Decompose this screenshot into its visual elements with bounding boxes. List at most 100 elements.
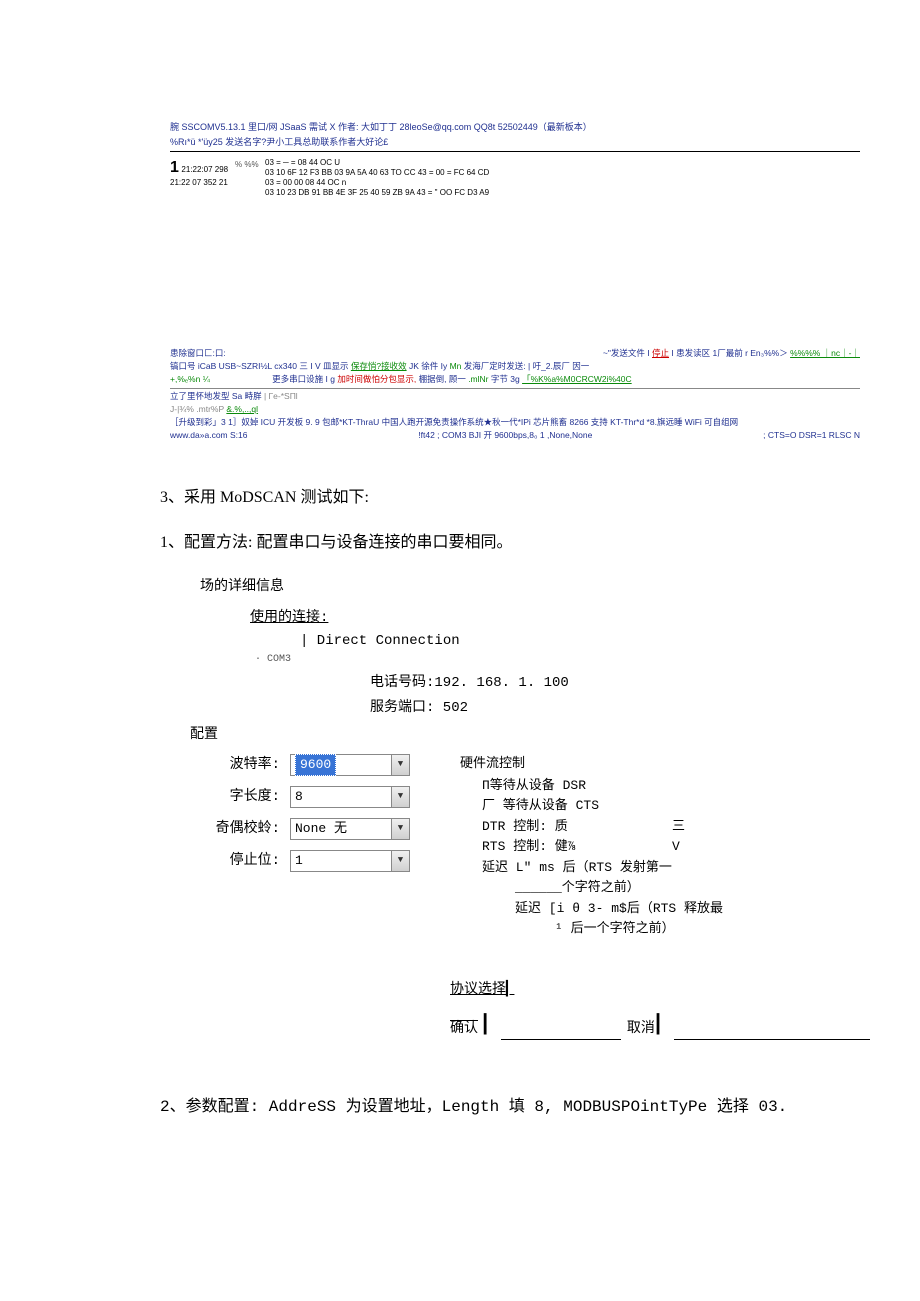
paragraph-config-method: 1、配置方法: 配置串口与设备连接的串口要相同。 (160, 530, 860, 556)
paragraph-modscan-intro: 3、采用 MoDSCAN 测试如下: (160, 485, 860, 511)
sscom-title: 腕 SSCOMV5.13.1 里口/网 JSaaS 需试 X 作者: 大如丁丁 … (170, 122, 860, 133)
parity-value: None 无 (295, 819, 347, 839)
row3-c: 字节 3g (491, 374, 522, 384)
dtr-label: DTR 控制: 质 (482, 817, 672, 837)
parity-label: 奇偶校蛉: (190, 819, 290, 840)
baud-label: 波特率: (190, 755, 290, 776)
toolbar-row-2: 镐口号 iCaB USB~SZRI½L cx340 三 I V 皿显示 保存悄?… (170, 361, 860, 372)
toolbar-row-3: +,%ₑ%n ¼ 更多串口设施 I g 加时间做怕分包显示, 棚据倒, 顾一 .… (170, 374, 860, 385)
delay-rel: 延迟 [i θ 3- m$后（RTS 释放最 (460, 899, 870, 919)
row3-timestamp: 加时间做怕分包显示, (337, 374, 416, 384)
stopbit-label: 停止位: (190, 851, 290, 872)
log-ts-1: 21:22:07 298 (181, 165, 228, 174)
chevron-down-icon: ▼ (391, 787, 409, 807)
toolbar-row-5: J-|¾% .mtr%P &.%,..,ql (170, 404, 860, 415)
connection-label-text: 使用的连接: (250, 610, 328, 626)
toolbar-row-1: 患除窗口匚:口: ~"发送文件 I 停止 I 患发读区 1厂最前 r En₃%%… (170, 348, 860, 359)
separator (674, 1026, 870, 1040)
log-pct: % %% (235, 158, 265, 198)
phone-label: 电话号码: (370, 675, 434, 691)
separator (501, 1026, 621, 1040)
port-row: 服务端口: 502 (370, 698, 870, 719)
row4-b: | Гe-*SПl (264, 391, 298, 401)
row2-c: 发海厂定时发送: | 吁_2.辰厂 因一 (464, 361, 589, 371)
status-left: www.da»a.com S:16 (170, 430, 247, 441)
dialog-title: 场的详细信息 (200, 577, 870, 598)
row3-left: +,%ₑ%n ¼ (170, 374, 210, 384)
log-index: 1 (170, 158, 179, 178)
sscom-toolbar: 患除窗口匚:口: ~"发送文件 I 停止 I 患发读区 1厂最前 r En₃%%… (170, 348, 860, 441)
chevron-down-icon: ▼ (391, 755, 409, 775)
connection-label: 使用的连接: (250, 608, 870, 629)
flow-control: 硬件流控制 П等待从设备 DSR 厂 等待从设备 CTS DTR 控制: 质 三… (440, 754, 870, 940)
log-hex-row: 03 10 23 DB 91 BB 4E 3F 25 40 59 ZB 9A 4… (265, 188, 860, 198)
baud-value: 9600 (295, 754, 336, 776)
config-area: 波特率: 9600 ▼ 字长度: 8 ▼ 奇偶校蛉: None 无 ▼ (190, 754, 870, 940)
row4-a: 立了里怀地发型 Sa 畤羘 (170, 391, 264, 401)
chevron-down-icon: ▼ (391, 819, 409, 839)
wordlen-select[interactable]: 8 ▼ (290, 786, 410, 808)
save-link[interactable]: 保存悄?接收效 (351, 361, 407, 371)
cancel-button[interactable]: 取消 (627, 1019, 655, 1040)
row5-a: J-|¾% .mtr%P (170, 404, 226, 414)
wait-cts[interactable]: 厂 等待从设备 CTS (460, 796, 870, 816)
rts-value: V (672, 837, 680, 857)
com-label: · COM3 (255, 652, 870, 667)
row1-tail[interactable]: %%%% ｜nc｜-｜ (790, 348, 860, 358)
port-value: 502 (434, 700, 468, 716)
delay-rel-b: ¹ 后一个字符之前） (460, 919, 870, 939)
wordlen-label: 字长度: (190, 787, 290, 808)
baud-select[interactable]: 9600 ▼ (290, 754, 410, 776)
sscom-window: 腕 SSCOMV5.13.1 里口/网 JSaaS 需试 X 作者: 大如丁丁 … (170, 122, 860, 441)
bar-icon: ▎ (482, 1019, 495, 1040)
row2-mn: Mn (450, 361, 462, 371)
sscom-log-area: 1 21:22:07 298 21:22 07 352 21 % %% 03 =… (170, 158, 860, 198)
flow-header: 硬件流控制 (460, 754, 870, 774)
config-header: 配置 (190, 725, 870, 746)
wordlen-row: 字长度: 8 ▼ (190, 786, 440, 808)
log-hex-row: 03 10 6F 12 F3 BB 03 9A 5A 40 63 TO CC 4… (265, 168, 860, 178)
connection-value[interactable]: | Direct Connection (300, 631, 870, 652)
chevron-down-icon: ▼ (391, 851, 409, 871)
port-label: 镐口号 iCaB USB~SZRI½L cx340 (170, 361, 297, 371)
protocol-select-button[interactable]: 协议选择▎ (450, 980, 870, 1001)
dtr-row[interactable]: DTR 控制: 质 三 (460, 817, 870, 837)
send-file-label: ~"发送文件 I (603, 348, 652, 358)
parity-select[interactable]: None 无 ▼ (290, 818, 410, 840)
dtr-value: 三 (672, 817, 685, 837)
row3-a: 更多串口设施 I g (272, 374, 337, 384)
log-hex: 03 = ─ = 08 44 OC U 03 10 6F 12 F3 BB 03… (265, 158, 860, 198)
phone-row: 电话号码:192. 168. 1. 100 (370, 673, 870, 694)
bar-icon: ▎ (506, 982, 514, 998)
status-mid: !ft42 ; COM3 BJI 开 9600bps,8₀ 1 ,None,No… (418, 430, 592, 441)
rts-label: RTS 控制: 健⅞ (482, 837, 672, 857)
row3-tail[interactable]: 「%K%a%M0CRCW2i%40C (522, 374, 632, 384)
stopbit-row: 停止位: 1 ▼ (190, 850, 440, 872)
toolbar-row-4: 立了里怀地发型 Sa 畤羘 | Гe-*SПl (170, 388, 860, 402)
log-hex-row: 03 = 00 00 08 44 OC n (265, 178, 860, 188)
baud-row: 波特率: 9600 ▼ (190, 754, 440, 776)
status-bar: www.da»a.com S:16 !ft42 ; COM3 BJI 开 960… (170, 430, 860, 441)
wordlen-value: 8 (295, 787, 303, 807)
log-ts-2: 21:22 07 352 21 (170, 178, 235, 188)
row5-b[interactable]: &.%,..,ql (226, 404, 258, 414)
row3-mlnr: .mlNr (468, 374, 488, 384)
port-label: 服务端口: (370, 700, 434, 716)
sscom-subtitle: %Rı*ü *'üy25 发送名字?尹小工具总助联系作者大好论£ (170, 137, 860, 151)
row2-a: 三 I V 皿显示 (299, 361, 350, 371)
clear-window-label[interactable]: 患除窗口匚:口: (170, 348, 226, 359)
stopbit-select[interactable]: 1 ▼ (290, 850, 410, 872)
toolbar-row-1-right: ~"发送文件 I 停止 I 患发读区 1厂最前 r En₃%%＞ %%%% ｜n… (603, 348, 860, 359)
status-right: ; CTS=O DSR=1 RLSC N (763, 430, 860, 441)
stop-link[interactable]: 停止 (652, 348, 669, 358)
ok-button[interactable]: 确认 (450, 1019, 482, 1040)
toolbar-row-6: ［升级到彩」3 1］奴婥 ICU 开发板 9. 9 包邮*KT-ThraU 中国… (170, 417, 860, 428)
dialog-buttons: 协议选择▎ 确认 ▎ 取消 ▎ (190, 980, 870, 1040)
rts-row[interactable]: RTS 控制: 健⅞ V (460, 837, 870, 857)
bar-icon: ▎ (655, 1019, 668, 1040)
wait-dsr[interactable]: П等待从设备 DSR (460, 776, 870, 796)
delay-tx: 延迟 L" ms 后（RTS 发射第一 (460, 858, 870, 878)
paragraph-param-config: 2、参数配置: AddreSS 为设置地址，Length 填 8, MODBUS… (160, 1095, 860, 1121)
phone-value: 192. 168. 1. 100 (434, 675, 568, 691)
row2-b: JK 徐件 Iy (409, 361, 450, 371)
